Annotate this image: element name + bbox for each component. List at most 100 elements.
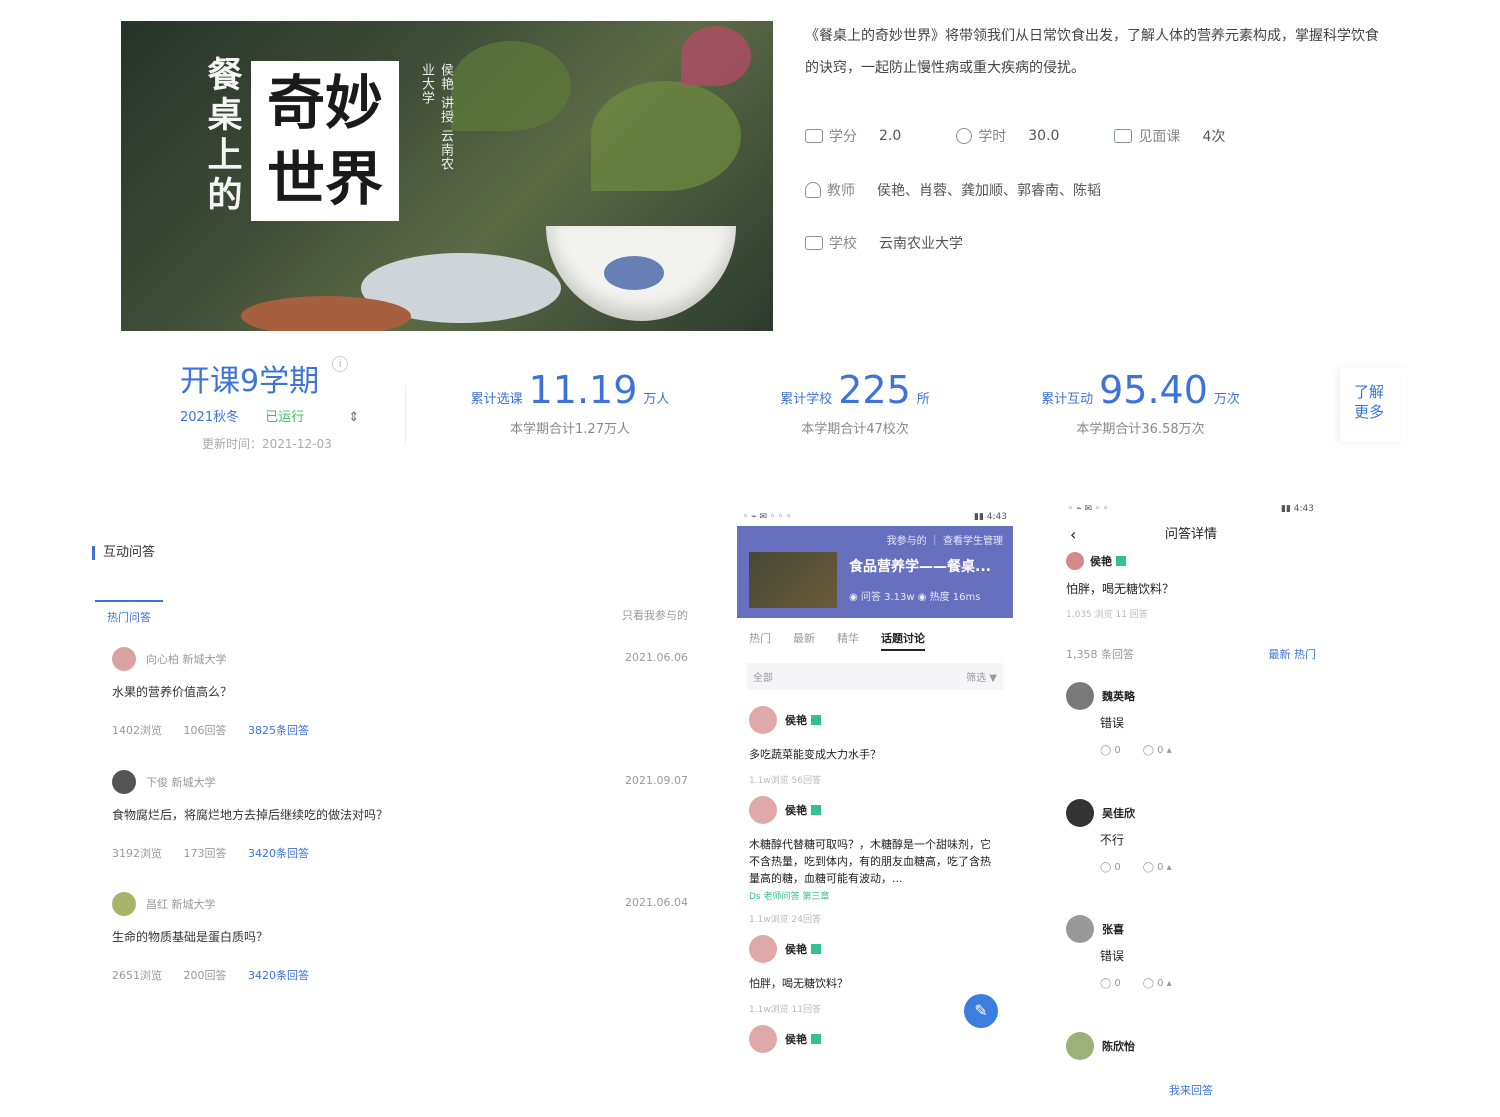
qa-answer-link[interactable]: 3420条回答 <box>248 847 309 860</box>
stat-enroll: 累计选课 11.19 万人 本学期合计1.27万人 <box>470 368 670 437</box>
reply-button[interactable]: ◯ 0 ▴ <box>1143 862 1172 873</box>
qa-views: 2651浏览 <box>112 969 162 982</box>
answer-user: 魏英略 <box>1102 690 1135 703</box>
status-left: ◦ ⌁ ✉ ◦ ◦ <box>1068 504 1109 514</box>
answer-button[interactable]: 我来回答 <box>1056 1082 1326 1098</box>
asker-name: 侯艳 <box>1090 555 1112 568</box>
post-question[interactable]: 怕胖，喝无糖饮料？ <box>749 975 1001 992</box>
stat-interact-sub: 本学期合计36.58万次 <box>1076 422 1205 437</box>
course-description: 《餐桌上的奇妙世界》将带领我们从日常饮食出发，了解人体的营养元素构成，掌握科学饮… <box>805 28 1379 76</box>
tab-latest[interactable]: 最新 <box>793 630 815 651</box>
leaf-decor <box>591 81 741 191</box>
term-title: 开课9学期 <box>180 364 320 399</box>
course-banner-image: 餐桌上的 奇妙世界 侯艳 讲授 云南农业大学 <box>121 21 773 331</box>
answer-item[interactable]: 吴佳欣 不行 ◯ 0 ◯ 0 ▴ <box>1066 799 1316 873</box>
banner-title-vertical: 餐桌上的 <box>207 55 243 216</box>
stat-enroll-value: 11.19 <box>528 368 638 412</box>
post-tag[interactable]: Ds 老师问答 第三章 <box>749 889 1001 902</box>
post-question[interactable]: 木糖醇代替糖可取吗？，木糖醇是一个甜味剂，它不含热量，吃到体内，有的朋友血糖高，… <box>749 836 1001 887</box>
verified-badge-icon <box>1116 556 1126 566</box>
chat-icon <box>1114 129 1133 143</box>
qa-filter-mine[interactable]: 只看我参与的 <box>622 607 688 623</box>
term-updated: 更新时间：2021-12-03 <box>202 437 332 451</box>
avatar <box>1066 799 1094 827</box>
qa-answer-link[interactable]: 3825条回答 <box>248 724 309 737</box>
compose-fab-button[interactable]: ✎ <box>964 994 998 1028</box>
qa-question[interactable]: 生命的物质基础是蛋白质吗？ <box>112 928 712 945</box>
qa-list-item[interactable]: 昌红 新城大学 2021.06.04 生命的物质基础是蛋白质吗？ 2651浏览 … <box>112 892 712 983</box>
status-left: ◦ ⌁ ✉ ◦ ◦ ◦ <box>743 512 792 522</box>
course-meta-row: 学分 2.0 学时 30.0 见面课 4次 <box>805 126 1280 146</box>
status-right: ▮▮ 4:43 <box>1281 504 1314 514</box>
stat-enroll-unit: 万人 <box>643 392 670 407</box>
meeting-value: 4次 <box>1202 129 1226 145</box>
answer-item[interactable]: 张喜 错误 ◯ 0 ◯ 0 ▴ <box>1066 915 1316 989</box>
info-icon[interactable]: i <box>332 356 349 372</box>
stat-interact: 累计互动 95.40 万次 本学期合计36.58万次 <box>1038 368 1243 437</box>
course-stats: ◉ 问答 3.13w ◉ 热度 16ms <box>849 592 981 603</box>
like-button[interactable]: ◯ 0 <box>1100 862 1121 873</box>
avatar <box>749 796 777 824</box>
qa-user: 昌红 新城大学 <box>146 898 216 911</box>
stat-interact-label: 累计互动 <box>1041 392 1094 407</box>
term-status-badge: 已运行 <box>265 410 305 425</box>
like-button[interactable]: ◯ 0 <box>1100 978 1121 989</box>
reply-button[interactable]: ◯ 0 ▴ <box>1143 978 1172 989</box>
filter-bar[interactable]: 全部 筛选 ▼ <box>747 663 1003 690</box>
stat-interact-unit: 万次 <box>1213 392 1240 407</box>
qa-comments: 173回答 <box>183 847 227 860</box>
tab-topic-discussion[interactable]: 话题讨论 <box>881 630 925 651</box>
post-meta: 1.1w浏览 56回答 <box>749 776 821 786</box>
credit-value: 2.0 <box>879 128 902 144</box>
credit-label: 学分 <box>829 129 857 145</box>
phone-status-bar: ◦ ⌁ ✉ ◦ ◦ ▮▮ 4:43 <box>1056 502 1326 518</box>
filter-all[interactable]: 全部 <box>753 669 773 684</box>
post-item[interactable]: 侯艳 多吃蔬菜能变成大力水手？ 1.1w浏览 56回答 <box>737 696 1013 786</box>
dish-decor <box>241 296 411 331</box>
stat-schools-sub: 本学期合计47校次 <box>801 422 909 437</box>
post-item[interactable]: 侯艳 木糖醇代替糖可取吗？，木糖醇是一个甜味剂，它不含热量，吃到体内，有的朋友血… <box>737 786 1013 925</box>
meeting-label: 见面课 <box>1138 129 1181 145</box>
tab-hot-qa[interactable]: 热门问答 <box>95 600 163 625</box>
person-icon <box>805 182 821 198</box>
post-user: 侯艳 <box>785 1033 807 1046</box>
hours-value: 30.0 <box>1028 128 1060 144</box>
tab-hot[interactable]: 热门 <box>749 630 771 651</box>
post-question[interactable]: 多吃蔬菜能变成大力水手？ <box>749 746 1001 763</box>
discussion-tabs: 热门 最新 精华 话题讨论 <box>737 618 1013 657</box>
nav-title: 问答详情 <box>1164 527 1217 542</box>
school-row: 学校 云南农业大学 <box>805 233 963 253</box>
answer-count: 1,358 条回答 <box>1066 648 1134 661</box>
reply-button[interactable]: ◯ 0 ▴ <box>1143 745 1172 756</box>
qa-list-item[interactable]: 下俊 新城大学 2021.09.07 食物腐烂后，将腐烂地方去掉后继续吃的做法对… <box>112 770 712 861</box>
tab-featured[interactable]: 精华 <box>837 630 859 651</box>
stat-schools: 累计学校 225 所 本学期合计47校次 <box>775 368 935 437</box>
answer-sort[interactable]: 最新 热门 <box>1269 646 1317 662</box>
clock-icon <box>956 128 973 144</box>
back-arrow-icon[interactable]: ‹ <box>1070 518 1076 552</box>
like-button[interactable]: ◯ 0 <box>1100 745 1121 756</box>
answer-item[interactable]: 陈欣怡 <box>1066 1032 1316 1060</box>
qa-comments: 200回答 <box>183 969 227 982</box>
flower-decor <box>681 26 751 86</box>
answer-text: 错误 <box>1100 716 1125 730</box>
teacher-label: 教师 <box>827 183 855 199</box>
qa-question[interactable]: 水果的营养价值高么？ <box>112 683 712 700</box>
question-text: 怕胖，喝无糖饮料？ <box>1066 582 1175 596</box>
qa-list-item[interactable]: 向心柏 新城大学 2021.06.06 水果的营养价值高么？ 1402浏览 10… <box>112 647 712 738</box>
qa-answer-link[interactable]: 3420条回答 <box>248 969 309 982</box>
term-switch-icon[interactable]: ⇕ <box>348 410 359 425</box>
term-block: 开课9学期 i 2021秋冬 已运行 ⇕ 更新时间：2021-12-03 <box>180 356 410 452</box>
learn-more-button[interactable]: 了解更多 <box>1340 368 1406 442</box>
post-user: 侯艳 <box>785 943 807 956</box>
header-crumbs[interactable]: 我参与的 ｜ 查看学生管理 <box>747 532 1003 547</box>
avatar <box>749 935 777 963</box>
post-user: 侯艳 <box>785 804 807 817</box>
avatar <box>1066 552 1084 570</box>
verified-badge-icon <box>811 944 821 954</box>
course-title: 食品营养学——餐桌... <box>849 559 991 575</box>
answer-item[interactable]: 魏英略 错误 ◯ 0 ◯ 0 ▴ <box>1066 682 1316 756</box>
qa-date: 2021.09.07 <box>625 774 688 787</box>
qa-question[interactable]: 食物腐烂后，将腐烂地方去掉后继续吃的做法对吗？ <box>112 806 712 823</box>
filter-dropdown[interactable]: 筛选 ▼ <box>966 669 997 684</box>
